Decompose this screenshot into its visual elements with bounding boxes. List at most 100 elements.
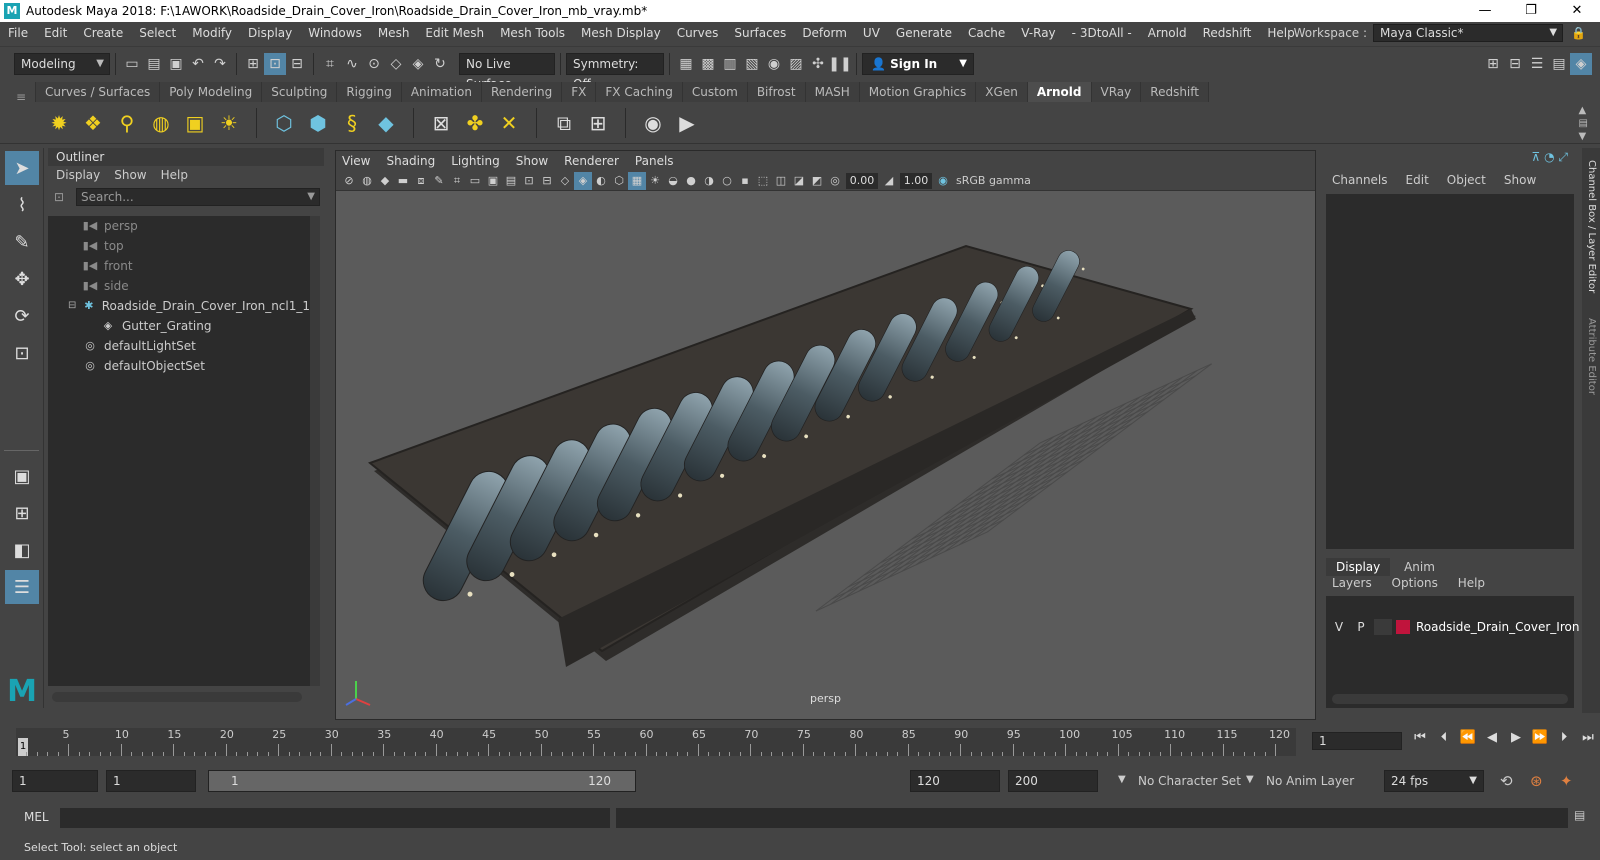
menu-mesh-display[interactable]: Mesh Display (573, 22, 669, 44)
lasso-tool-icon[interactable]: ⌇ (5, 188, 39, 222)
outliner-item[interactable]: ⊟ ✱ Roadside_Drain_Cover_Iron_ncl1_1 (48, 296, 310, 316)
grease-pencil-icon[interactable]: ✎ (430, 172, 448, 190)
go-to-end-icon[interactable]: ⏭ (1576, 730, 1600, 745)
menu-mesh-tools[interactable]: Mesh Tools (492, 22, 573, 44)
animation-start-field[interactable]: 1 (12, 770, 98, 792)
save-scene-icon[interactable]: ▣ (165, 53, 187, 75)
viewport-menu-renderer[interactable]: Renderer (564, 151, 619, 171)
menu-deform[interactable]: Deform (794, 22, 855, 44)
render-frame-icon[interactable]: ▩ (697, 53, 719, 75)
image-plane-icon[interactable]: ▬ (394, 172, 412, 190)
light-portal-icon[interactable]: ▣ (180, 108, 210, 138)
viewport-menu-show[interactable]: Show (516, 151, 548, 171)
xray-joints-icon[interactable]: ◪ (790, 172, 808, 190)
select-component-icon[interactable]: ⊟ (286, 53, 308, 75)
anim-layer-label[interactable]: No Anim Layer (1266, 774, 1354, 788)
menu-edit-mesh[interactable]: Edit Mesh (417, 22, 492, 44)
layer-menu-options[interactable]: Options (1392, 576, 1438, 590)
color-space-label[interactable]: sRGB gamma (956, 174, 1031, 187)
layer-color-swatch[interactable] (1396, 620, 1410, 634)
layer-display-type[interactable] (1374, 619, 1392, 635)
shelf-tab-curves-surfaces[interactable]: Curves / Surfaces (36, 82, 161, 102)
skydome-light-icon[interactable]: ◍ (146, 108, 176, 138)
physical-sky-icon[interactable]: ☀ (214, 108, 244, 138)
menu-edit[interactable]: Edit (36, 22, 75, 44)
layer-menu-help[interactable]: Help (1458, 576, 1485, 590)
auto-key-icon[interactable]: ⊛ (1530, 772, 1543, 790)
menu-arnold[interactable]: Arnold (1140, 22, 1195, 44)
menu-mesh[interactable]: Mesh (370, 22, 418, 44)
shelf-tab-motion-graphics[interactable]: Motion Graphics (859, 82, 977, 102)
go-to-start-icon[interactable]: ⏮ (1408, 730, 1432, 745)
current-frame-field[interactable]: 1 (1312, 732, 1402, 750)
mel-label[interactable]: MEL (24, 810, 49, 824)
pause-icon[interactable]: ❚❚ (828, 53, 851, 75)
select-object-icon[interactable]: ⊡ (264, 52, 286, 75)
menu-curves[interactable]: Curves (669, 22, 727, 44)
symmetry-dropdown[interactable]: Symmetry: Off (566, 52, 664, 91)
animation-end-field[interactable]: 200 (1008, 770, 1098, 792)
flush-texture-icon[interactable]: ⊠ (426, 108, 456, 138)
xray-icon[interactable]: ◫ (772, 172, 790, 190)
outliner-item[interactable]: ▮◀ side (48, 276, 310, 296)
modeling-toolkit-icon[interactable]: ⊞ (1482, 53, 1504, 75)
grid-icon[interactable]: ⌗ (448, 172, 466, 190)
play-backwards-icon[interactable]: ◀ (1480, 730, 1504, 745)
isolate-select-icon[interactable]: ⬚ (754, 172, 772, 190)
playback-end-field[interactable]: 120 (910, 770, 1000, 792)
layer-editor-icon[interactable]: ◈ (1570, 53, 1592, 75)
outliner-hscroll[interactable] (52, 692, 302, 702)
anti-aliasing-icon[interactable]: ○ (718, 172, 736, 190)
photometric-light-icon[interactable]: ⚲ (112, 108, 142, 138)
maximize-button[interactable]: ❐ (1508, 0, 1554, 22)
minimize-button[interactable]: — (1462, 0, 1508, 22)
menu-display[interactable]: Display (240, 22, 300, 44)
redo-icon[interactable]: ↷ (209, 53, 231, 75)
snap-curve-icon[interactable]: ∿ (341, 53, 363, 75)
shelf-scroll-arrows[interactable]: ▲ ▤ ▼ (1579, 104, 1588, 143)
outliner-menu-show[interactable]: Show (114, 166, 146, 184)
tab-display[interactable]: Display (1326, 558, 1391, 576)
range-slider-bar[interactable]: 1 120 (208, 770, 636, 792)
workspace-dropdown[interactable]: Maya Classic* ▼ (1373, 24, 1564, 42)
playback-start-field[interactable]: 1 (106, 770, 196, 792)
channel-box-pane[interactable] (1326, 194, 1574, 549)
four-view-layout-icon[interactable]: ⊞ (5, 496, 39, 530)
close-button[interactable]: ✕ (1554, 0, 1600, 22)
arnold-renderview-icon[interactable]: ◉ (638, 108, 668, 138)
render-sequence-icon[interactable]: ▨ (785, 53, 807, 75)
layer-visibility-toggle[interactable]: V (1330, 619, 1348, 635)
wireframe-icon[interactable]: ◇ (556, 172, 574, 190)
flush-cache-icon[interactable]: ✕ (494, 108, 524, 138)
shadows-icon[interactable]: ◒ (664, 172, 682, 190)
render-view-icon[interactable]: ▦ (675, 53, 697, 75)
menu-select[interactable]: Select (131, 22, 184, 44)
channel-menu-edit[interactable]: Edit (1406, 170, 1429, 190)
side-tab-attribute-editor[interactable]: Attribute Editor (1586, 318, 1597, 395)
step-forward-frame-icon[interactable]: ⏵ (1552, 730, 1576, 745)
shelf-tab-fx[interactable]: FX (562, 82, 597, 102)
expand-toggle-icon[interactable]: ⊟ (68, 296, 76, 316)
filter-icon[interactable]: ⊡ (54, 190, 64, 204)
chevron-down-icon[interactable]: ▼ (307, 189, 315, 205)
outliner-search-input[interactable]: Search... ▼ (76, 188, 320, 206)
time-slider-track[interactable]: 1 5 10 15 20 25 30 35 40 45 50 55 60 65 70 75 80 85 90 95 1… (16, 728, 1296, 756)
textured-icon[interactable]: ▦ (628, 171, 646, 190)
select-tool-icon[interactable]: ➤ (5, 151, 39, 185)
mode-dropdown[interactable]: Modeling ▼ (14, 52, 110, 75)
shelf-tab-rendering[interactable]: Rendering (482, 82, 563, 102)
shelf-tab-xgen[interactable]: XGen (976, 82, 1028, 102)
gate-mask-icon[interactable]: ▤ (502, 172, 520, 190)
render-settings-icon[interactable]: ▧ (741, 53, 763, 75)
tx-manager-icon[interactable]: ✤ (460, 108, 490, 138)
wireframe-on-shaded-icon[interactable]: ⬡ (610, 172, 628, 190)
snap-grid-icon[interactable]: ⌗ (319, 53, 341, 75)
layer-playback-toggle[interactable]: P (1352, 619, 1370, 635)
area-light-icon[interactable]: ✹ (44, 108, 74, 138)
gamma-field[interactable]: 1.00 (900, 172, 932, 189)
select-hierarchy-icon[interactable]: ⊞ (242, 53, 264, 75)
menu-generate[interactable]: Generate (888, 22, 960, 44)
loop-icon[interactable]: ⟲ (1500, 772, 1513, 790)
undo-icon[interactable]: ↶ (187, 53, 209, 75)
camera-attributes-icon[interactable]: ◍ (358, 172, 376, 190)
